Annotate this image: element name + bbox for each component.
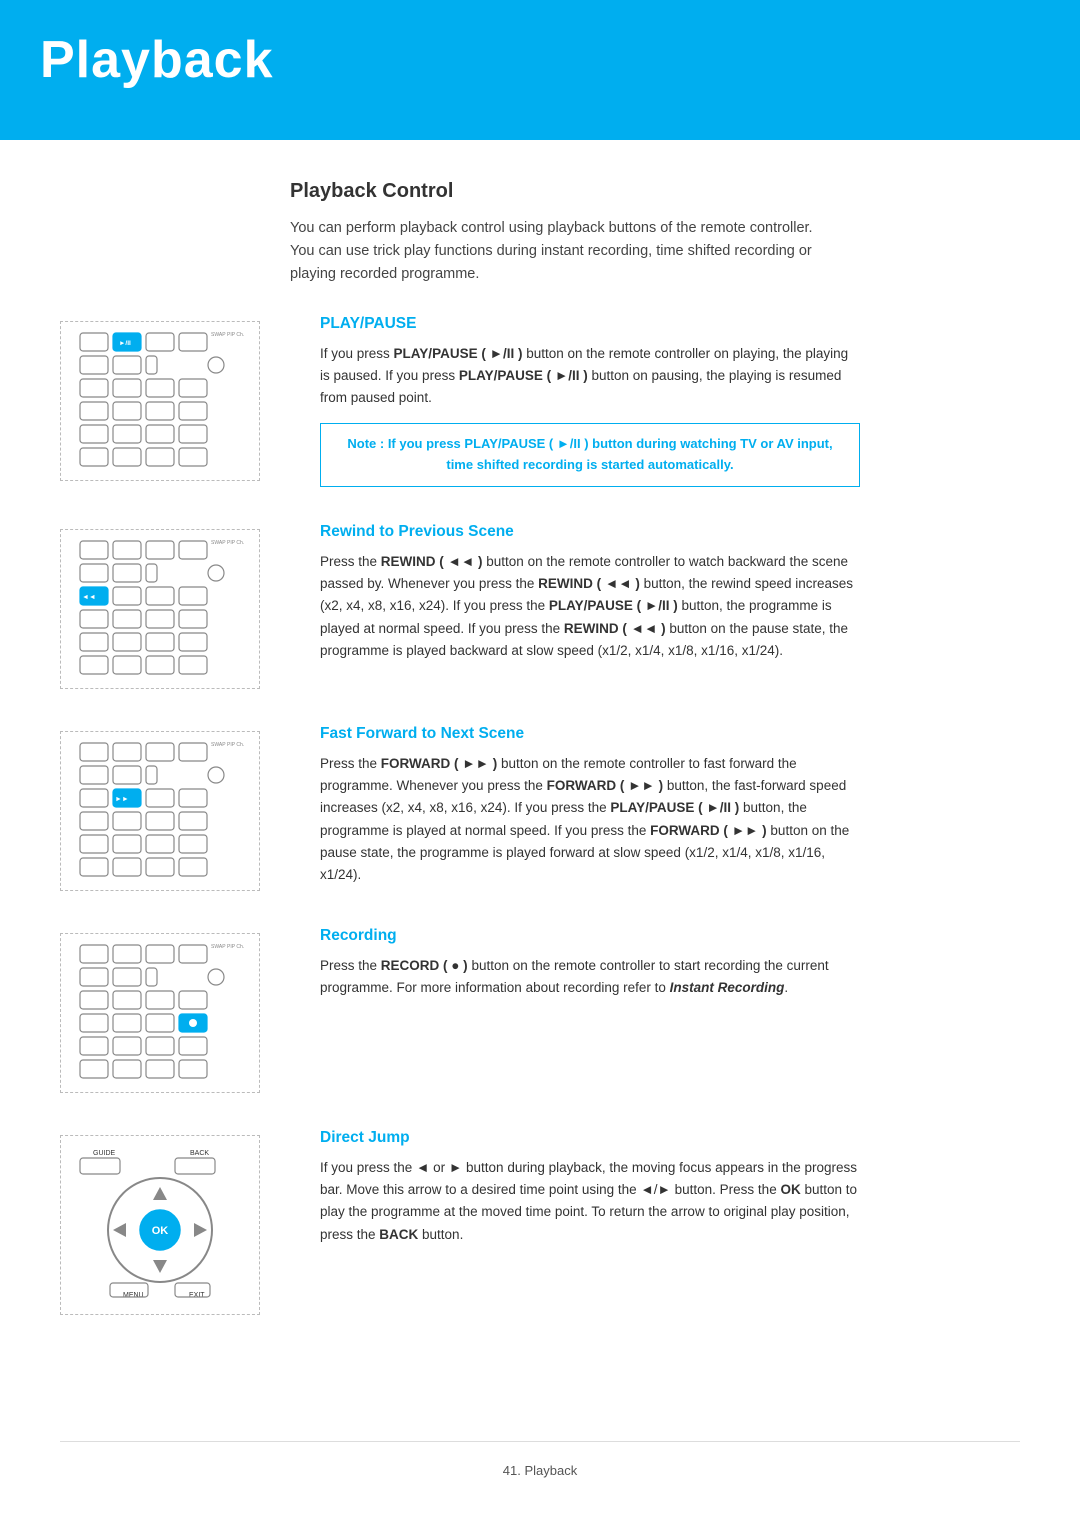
direct-jump-body: If you press the ◄ or ► button during pl… [320, 1157, 860, 1246]
remote-image-direct-jump: GUIDE BACK [60, 1135, 260, 1315]
fast-forward-title: Fast Forward to Next Scene [320, 725, 1020, 743]
svg-text:PIP Ch.: PIP Ch. [227, 540, 244, 546]
subsection-play-pause-content: PLAY/PAUSE If you press PLAY/PAUSE ( ►/I… [290, 315, 1020, 487]
remote-direct-jump: GUIDE BACK [60, 1129, 290, 1315]
svg-text:◄◄: ◄◄ [82, 594, 96, 601]
main-content: Playback Control You can perform playbac… [0, 140, 1080, 1411]
playback-control-section: Playback Control You can perform playbac… [60, 180, 1020, 287]
subsection-play-pause: SWAP PIP Ch. ►/II PLAY/PAUSE If you pres… [60, 315, 1020, 487]
remote-image-rewind: SWAP PIP Ch. ◄◄ [60, 529, 260, 689]
footer-text: 41. Playback [503, 1463, 577, 1478]
subsection-recording-content: Recording Press the RECORD ( ● ) button … [290, 927, 1020, 1000]
svg-text:►►: ►► [115, 796, 129, 803]
remote-image-recording: SWAP PIP Ch. [60, 933, 260, 1093]
remote-fast-forward: SWAP PIP Ch. ►► [60, 725, 290, 891]
page-title: Playback [40, 30, 274, 90]
svg-text:SWAP: SWAP [211, 944, 226, 950]
svg-text:►/II: ►/II [119, 340, 131, 347]
subsection-rewind: SWAP PIP Ch. ◄◄ Rewind to Previous Scene… [60, 523, 1020, 689]
svg-text:PIP Ch.: PIP Ch. [227, 944, 244, 950]
remote-rewind: SWAP PIP Ch. ◄◄ [60, 523, 290, 689]
svg-text:PIP Ch.: PIP Ch. [227, 742, 244, 748]
svg-text:SWAP: SWAP [211, 742, 226, 748]
svg-text:PIP Ch.: PIP Ch. [227, 332, 244, 338]
play-pause-note: Note : If you press PLAY/PAUSE ( ►/II ) … [320, 423, 860, 487]
fast-forward-body: Press the FORWARD ( ►► ) button on the r… [320, 753, 860, 887]
play-pause-body: If you press PLAY/PAUSE ( ►/II ) button … [320, 343, 860, 410]
page-header: Playback [0, 0, 1080, 140]
rewind-body: Press the REWIND ( ◄◄ ) button on the re… [320, 551, 860, 662]
direct-jump-title: Direct Jump [320, 1129, 1020, 1147]
remote-image-fast-forward: SWAP PIP Ch. ►► [60, 731, 260, 891]
remote-play-pause: SWAP PIP Ch. ►/II [60, 315, 290, 481]
subsection-direct-jump: GUIDE BACK [60, 1129, 1020, 1315]
svg-text:SWAP: SWAP [211, 540, 226, 546]
svg-text:BACK: BACK [190, 1150, 209, 1157]
subsection-fast-forward: SWAP PIP Ch. ►► Fast Forward to Next Sce… [60, 725, 1020, 891]
svg-text:SWAP: SWAP [211, 332, 226, 338]
svg-text:OK: OK [152, 1225, 169, 1237]
subsection-recording: SWAP PIP Ch. Recording Press the RECORD … [60, 927, 1020, 1093]
remote-image-play-pause: SWAP PIP Ch. ►/II [60, 321, 260, 481]
play-pause-title: PLAY/PAUSE [320, 315, 1020, 333]
subsection-fast-forward-content: Fast Forward to Next Scene Press the FOR… [290, 725, 1020, 887]
rewind-title: Rewind to Previous Scene [320, 523, 1020, 541]
recording-body: Press the RECORD ( ● ) button on the rem… [320, 955, 860, 1000]
recording-title: Recording [320, 927, 1020, 945]
subsection-direct-jump-content: Direct Jump If you press the ◄ or ► butt… [290, 1129, 1020, 1246]
svg-text:GUIDE: GUIDE [93, 1150, 116, 1157]
svg-text:MENU: MENU [123, 1292, 144, 1299]
remote-recording: SWAP PIP Ch. [60, 927, 290, 1093]
subsection-rewind-content: Rewind to Previous Scene Press the REWIN… [290, 523, 1020, 662]
playback-control-intro: You can perform playback control using p… [290, 217, 820, 287]
svg-text:EXIT: EXIT [189, 1292, 205, 1299]
playback-control-heading: Playback Control [290, 180, 1020, 203]
page-footer: 41. Playback [60, 1441, 1020, 1509]
